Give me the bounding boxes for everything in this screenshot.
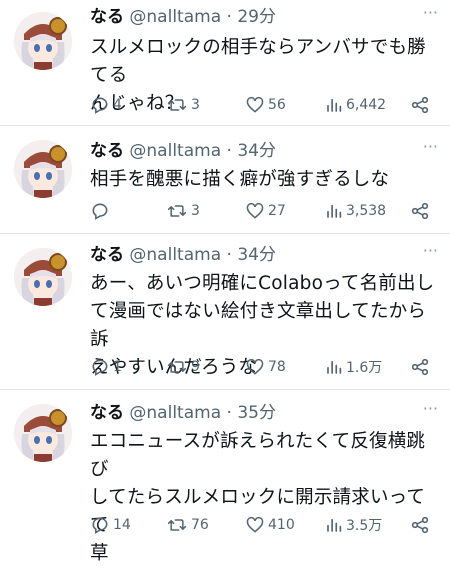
retweet-count: 3: [191, 203, 200, 219]
display-name[interactable]: なる: [90, 141, 124, 161]
more-dots-icon[interactable]: ···: [423, 5, 438, 21]
tweet-3[interactable]: なる @nalltama · 34分 ··· あー、あいつ明確にColaboって…: [0, 234, 450, 390]
user-handle[interactable]: @nalltama: [129, 7, 221, 27]
display-name[interactable]: なる: [90, 7, 124, 27]
like-count: 410: [268, 517, 295, 533]
retweet-count: 9: [191, 359, 200, 375]
avatar[interactable]: [14, 248, 72, 306]
retweet-count: 3: [191, 97, 200, 113]
avatar[interactable]: [14, 12, 72, 70]
view-count: 3,538: [346, 203, 387, 219]
retweet-count: 76: [191, 517, 209, 533]
tweet-text-line: 相手を醜悪に描く癖が強すぎるしな: [90, 169, 390, 190]
avatar[interactable]: [14, 404, 72, 462]
tweet-1[interactable]: なる @nalltama · 29分 ··· スルメロックの相手ならアンバサでも…: [0, 0, 450, 126]
share-button[interactable]: [410, 514, 430, 536]
avatar-image: [14, 12, 72, 70]
action-bar: 3 27 3,538: [90, 200, 436, 222]
tweet-text-line: エコニュースが訴えられたくて反復横跳び: [90, 431, 426, 480]
action-bar: 14 76 410 3.5万: [90, 514, 436, 536]
heart-icon: [246, 516, 264, 533]
tweet-text: エコニュースが訴えられたくて反復横跳び してたらスルメロックに開示請求いってて …: [90, 428, 440, 568]
action-bar: 1 9 78 1.6万: [90, 356, 436, 378]
views-button[interactable]: 3,538: [325, 200, 386, 222]
tweet-header: なる @nalltama · 29分: [90, 6, 420, 28]
tweet-header: なる @nalltama · 35分: [90, 402, 420, 424]
like-button[interactable]: 56: [245, 94, 286, 116]
share-icon: [411, 358, 429, 376]
reply-icon: [92, 97, 108, 114]
timestamp[interactable]: · 34分: [227, 245, 276, 265]
user-handle[interactable]: @nalltama: [129, 403, 221, 423]
display-name[interactable]: なる: [90, 245, 124, 265]
like-button[interactable]: 27: [245, 200, 286, 222]
timestamp[interactable]: · 34分: [227, 141, 276, 161]
retweet-icon: [167, 205, 187, 217]
share-button[interactable]: [410, 356, 430, 378]
heart-icon: [246, 358, 264, 375]
avatar-image: [14, 140, 72, 198]
views-button[interactable]: 6,442: [325, 94, 386, 116]
views-chart-icon: [327, 360, 342, 374]
tweet-text-line: スルメロックの相手ならアンバサでも勝てる: [90, 37, 426, 86]
avatar[interactable]: [14, 140, 72, 198]
reply-icon: [92, 517, 108, 534]
views-chart-icon: [327, 204, 342, 218]
views-button[interactable]: 3.5万: [325, 514, 382, 536]
reply-icon: [92, 359, 108, 376]
reply-button[interactable]: 14: [90, 514, 131, 536]
reply-icon: [92, 203, 108, 220]
tweet-text: 相手を醜悪に描く癖が強すぎるしな: [90, 166, 440, 194]
views-button[interactable]: 1.6万: [325, 356, 382, 378]
reply-count: 4: [113, 97, 122, 113]
share-icon: [411, 96, 429, 114]
tweet-header: なる @nalltama · 34分: [90, 244, 420, 266]
share-icon: [411, 516, 429, 534]
user-handle[interactable]: @nalltama: [129, 141, 221, 161]
like-button[interactable]: 78: [245, 356, 286, 378]
share-icon: [411, 202, 429, 220]
more-dots-icon[interactable]: ···: [423, 139, 438, 155]
reply-button[interactable]: 4: [90, 94, 122, 116]
like-count: 56: [268, 97, 286, 113]
view-count: 3.5万: [346, 518, 383, 534]
view-count: 6,442: [346, 97, 387, 113]
display-name[interactable]: なる: [90, 403, 124, 423]
retweet-icon: [167, 361, 187, 373]
retweet-icon: [167, 99, 187, 111]
like-button[interactable]: 410: [245, 514, 295, 536]
retweet-button[interactable]: 9: [166, 356, 200, 378]
tweet-header: なる @nalltama · 34分: [90, 140, 420, 162]
tweet-2[interactable]: なる @nalltama · 34分 ··· 相手を醜悪に描く癖が強すぎるしな …: [0, 126, 450, 234]
like-count: 78: [268, 359, 286, 375]
reply-button[interactable]: 1: [90, 356, 122, 378]
action-bar: 4 3 56 6,442: [90, 94, 436, 116]
tweet-text-line: あー、あいつ明確にColaboって名前出し: [90, 273, 435, 294]
reply-count: 1: [113, 359, 122, 375]
tweet-text-line: 草: [90, 543, 109, 564]
user-handle[interactable]: @nalltama: [129, 245, 221, 265]
retweet-button[interactable]: 3: [166, 200, 200, 222]
tweet-4[interactable]: なる @nalltama · 35分 ··· エコニュースが訴えられたくて反復横…: [0, 390, 450, 564]
like-count: 27: [268, 203, 286, 219]
avatar-image: [14, 404, 72, 462]
timestamp[interactable]: · 35分: [227, 403, 276, 423]
avatar-image: [14, 248, 72, 306]
reply-button[interactable]: [90, 200, 113, 222]
view-count: 1.6万: [346, 360, 383, 376]
share-button[interactable]: [410, 94, 430, 116]
reply-count: 14: [113, 517, 131, 533]
more-dots-icon[interactable]: ···: [423, 243, 438, 259]
more-dots-icon[interactable]: ···: [423, 401, 438, 417]
share-button[interactable]: [410, 200, 430, 222]
timestamp[interactable]: · 29分: [227, 7, 276, 27]
heart-icon: [246, 202, 264, 219]
retweet-button[interactable]: 3: [166, 94, 200, 116]
views-chart-icon: [327, 98, 342, 112]
heart-icon: [246, 96, 264, 113]
tweet-text-line: て漫画ではない絵付き文章出してたから訴: [90, 301, 427, 350]
retweet-button[interactable]: 76: [166, 514, 209, 536]
retweet-icon: [167, 519, 187, 531]
views-chart-icon: [327, 518, 342, 532]
